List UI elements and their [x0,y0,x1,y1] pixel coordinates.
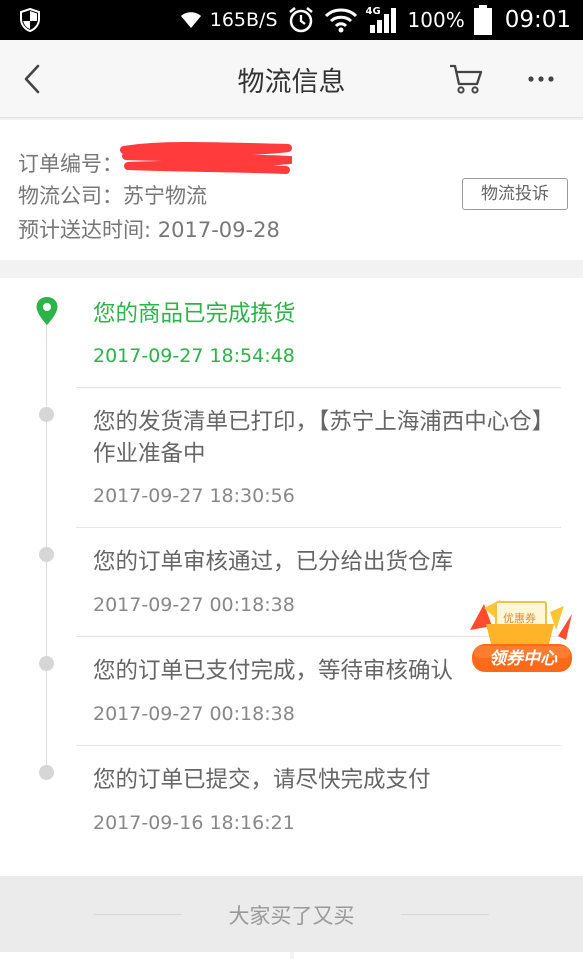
eta-value: 2017-09-28 [157,218,280,242]
nav-bar: 物流信息 [0,40,583,118]
timeline-dot [39,547,54,562]
timeline-text: 您的商品已完成拣货 [93,301,296,327]
recommend-section: 大家买了又买 [0,876,583,952]
clock: 09:01 [504,7,571,33]
timeline-time: 2017-09-27 00:18:38 [93,594,295,616]
logistics-complaint-button[interactable]: 物流投诉 [462,178,568,210]
divider [76,387,561,388]
timeline-dot [39,656,54,671]
coupon-center-label: 领券中心 [489,649,557,669]
shield-icon [20,8,40,32]
wifi-icon [324,8,357,33]
location-pin-icon [36,297,58,325]
alarm-icon [288,7,313,33]
product-card[interactable] [294,952,583,959]
logistics-company-row: 物流公司：苏宁物流 [18,180,207,210]
order-info-card: 订单编号： 物流公司：苏宁物流 预计送达时间: 2017-09-28 物流投诉 [0,120,583,260]
timeline-text: 您的订单审核通过，已分给出货仓库 [93,549,454,575]
cart-icon[interactable] [448,62,484,96]
divider [401,914,489,915]
timeline-line [46,308,47,776]
status-bar: 165B/S 4G 100% 09:01 [0,0,583,40]
network-speed: 165B/S [209,9,278,31]
page-title: 物流信息 [237,67,346,98]
coupon-center-button[interactable]: 优惠券 领券中心 [462,596,576,676]
timeline-time: 2017-09-27 18:54:48 [93,345,295,367]
eta-row: 预计送达时间: 2017-09-28 [18,214,280,244]
logistics-company-label: 物流公司： [18,184,123,208]
signal-icon: 4G [366,5,400,35]
divider [76,745,561,746]
coupon-ticket-label: 优惠券 [503,612,536,625]
timeline-dot [39,407,54,422]
logistics-timeline: 您的商品已完成拣货 2017-09-27 18:54:48 您的发货清单已打印，… [0,278,583,876]
more-icon[interactable] [524,64,558,94]
timeline-time: 2017-09-27 18:30:56 [93,485,295,507]
battery-percent: 100% [407,8,465,32]
battery-icon [473,5,492,35]
timeline-text: 您的发货清单已打印，【苏宁上海浦西中心仓】作业准备中 [93,409,555,467]
timeline-time: 2017-09-16 18:16:21 [93,812,295,834]
divider [76,527,561,528]
product-card[interactable] [0,952,290,959]
wifi-small-icon [180,12,201,28]
logistics-company-value: 苏宁物流 [123,184,207,208]
order-number-label: 订单编号： [18,152,123,176]
recommend-title: 大家买了又买 [228,904,355,928]
timeline-text: 您的订单已提交，请尽快完成支付 [93,767,431,793]
timeline-dot [39,765,54,780]
eta-label: 预计送达时间: [18,218,152,242]
redaction-mark [120,142,292,174]
timeline-time: 2017-09-27 00:18:38 [93,703,295,725]
product-cards-strip [0,952,583,959]
